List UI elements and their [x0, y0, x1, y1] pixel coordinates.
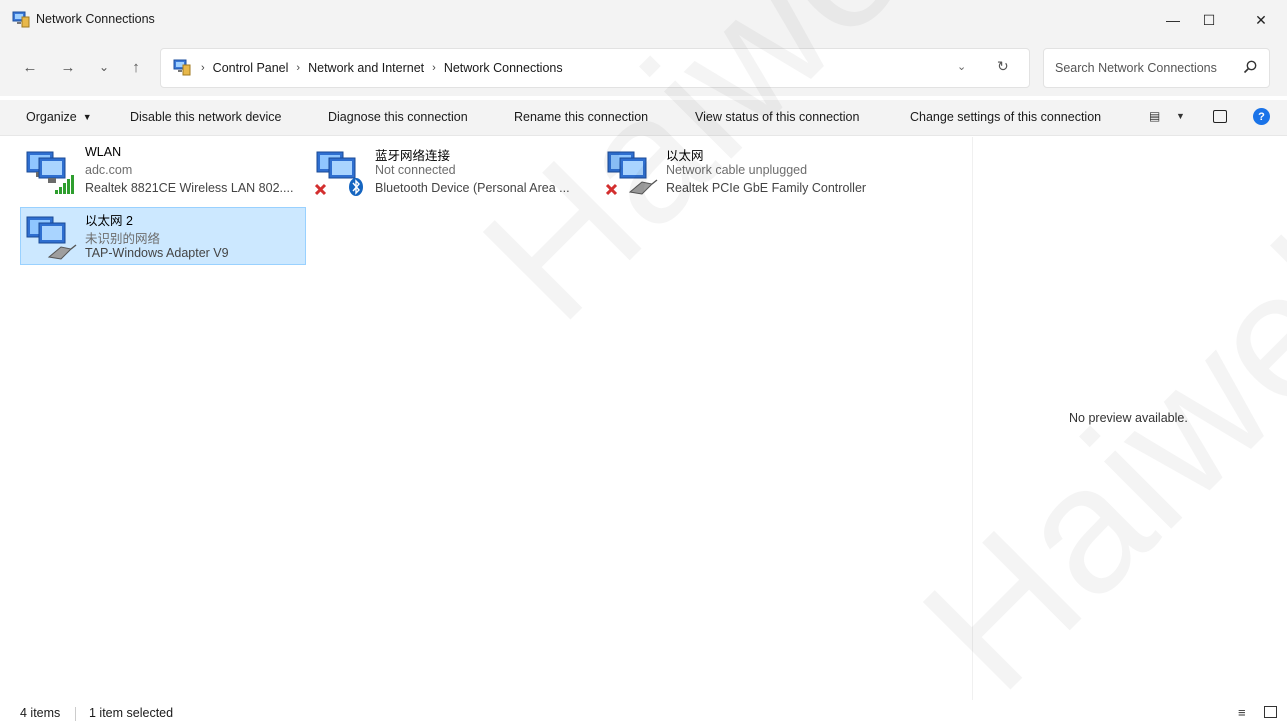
connection-status: adc.com: [85, 163, 133, 177]
command-bar: Organize ▼ Disable this network device Di…: [0, 100, 1287, 136]
bluetooth-adapter-icon: [315, 151, 363, 196]
chevron-down-icon: ⌄: [98, 60, 110, 74]
preview-pane: No preview available.: [972, 137, 1287, 700]
connection-name: 蓝牙网络连接: [375, 149, 451, 163]
address-bar[interactable]: › Control Panel › Network and Internet ›…: [160, 48, 1030, 88]
status-bar: 4 items 1 item selected ≡: [0, 700, 1287, 724]
breadcrumb-network-connections[interactable]: Network Connections: [444, 61, 563, 75]
connection-status: Network cable unplugged: [666, 163, 808, 177]
ethernet-adapter-icon: [606, 151, 658, 196]
forward-button[interactable]: →: [55, 54, 81, 80]
organize-menu[interactable]: Organize ▼: [26, 110, 92, 124]
change-settings-button[interactable]: Change settings of this connection: [910, 110, 1101, 124]
search-icon: [1243, 60, 1257, 74]
preview-message: No preview available.: [1069, 411, 1188, 425]
connection-item-ethernet-2[interactable]: 以太网 2 未识别的网络 TAP-Windows Adapter V9: [20, 207, 306, 265]
selection-count: 1 item selected: [89, 706, 174, 720]
caret-down-icon[interactable]: ▼: [1176, 111, 1185, 121]
item-count: 4 items: [20, 706, 61, 720]
maximize-button[interactable]: ☐: [1186, 0, 1232, 40]
search-input[interactable]: Search Network Connections: [1043, 48, 1270, 88]
connection-device: Realtek 8821CE Wireless LAN 802....: [85, 181, 294, 195]
wifi-adapter-icon: [26, 151, 74, 194]
view-status-button[interactable]: View status of this connection: [695, 110, 859, 124]
preview-pane-toggle-icon[interactable]: [1213, 110, 1227, 123]
view-options-icon[interactable]: ▤: [1149, 109, 1160, 123]
connection-name: 以太网: [666, 149, 704, 163]
status-divider: [75, 707, 76, 721]
refresh-icon[interactable]: ↻: [997, 58, 1009, 75]
connection-item-wlan[interactable]: WLAN adc.com Realtek 8821CE Wireless LAN…: [21, 143, 307, 201]
tiles-view-icon[interactable]: [1264, 706, 1277, 718]
disable-device-button[interactable]: Disable this network device: [130, 110, 281, 124]
address-dropdown-icon[interactable]: ⌄: [957, 60, 966, 73]
connection-status: 未识别的网络: [85, 232, 161, 246]
back-arrow-icon: ←: [22, 58, 38, 76]
forward-arrow-icon: →: [60, 58, 76, 76]
connection-device: TAP-Windows Adapter V9: [85, 246, 229, 260]
control-panel-icon: [173, 59, 191, 76]
close-button[interactable]: ✕: [1238, 0, 1284, 40]
details-view-icon[interactable]: ≡: [1238, 705, 1246, 720]
diagnose-connection-button[interactable]: Diagnose this connection: [328, 110, 468, 124]
search-placeholder: Search Network Connections: [1055, 61, 1217, 75]
connection-item-ethernet[interactable]: 以太网 Network cable unplugged Realtek PCIe…: [602, 143, 888, 201]
help-icon[interactable]: ?: [1253, 108, 1270, 125]
connection-device: Realtek PCIe GbE Family Controller: [666, 181, 867, 195]
chevron-right-icon[interactable]: ›: [296, 62, 300, 74]
title-bar: Network Connections — ☐ ✕: [0, 0, 1287, 40]
breadcrumb-network-and-internet[interactable]: Network and Internet: [308, 61, 424, 75]
ethernet-adapter-icon: [26, 216, 77, 260]
window-title: Network Connections: [36, 12, 155, 26]
network-connections-app-icon: [12, 11, 30, 28]
rename-connection-button[interactable]: Rename this connection: [514, 110, 648, 124]
connection-status: Not connected: [375, 163, 456, 177]
recent-locations-button[interactable]: ⌄: [91, 54, 117, 80]
breadcrumb-control-panel[interactable]: Control Panel: [213, 61, 289, 75]
caret-down-icon: ▼: [82, 112, 92, 122]
back-button[interactable]: ←: [17, 54, 43, 80]
chevron-right-icon: ›: [201, 62, 205, 74]
organize-label: Organize: [26, 110, 77, 124]
connection-device: Bluetooth Device (Personal Area ...: [375, 181, 570, 195]
up-arrow-icon: ↑: [132, 58, 140, 76]
chevron-right-icon[interactable]: ›: [432, 62, 436, 74]
up-button[interactable]: ↑: [123, 54, 149, 80]
connection-name: WLAN: [85, 145, 122, 159]
breadcrumb: › Control Panel › Network and Internet ›…: [201, 61, 563, 75]
connections-list: WLAN adc.com Realtek 8821CE Wireless LAN…: [0, 137, 972, 700]
connection-name: 以太网 2: [85, 214, 133, 228]
connection-item-bluetooth[interactable]: 蓝牙网络连接 Not connected Bluetooth Device (P…: [311, 143, 597, 201]
